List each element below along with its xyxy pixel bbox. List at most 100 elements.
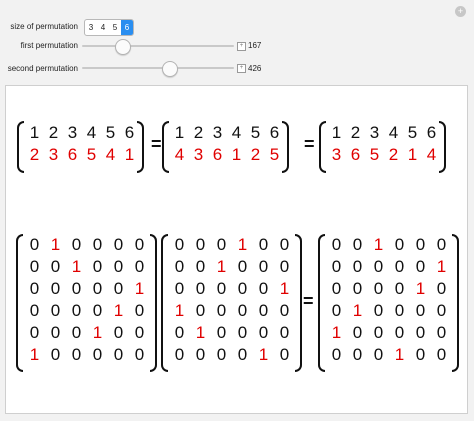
matrix-second-cell: 0 <box>216 235 227 254</box>
matrix-first-left-bracket <box>16 234 23 372</box>
matrix-first-cell: 0 <box>113 323 124 342</box>
matrix-second-cell: 0 <box>258 257 269 276</box>
matrix-product-cell: 0 <box>373 257 384 276</box>
slider-thumb[interactable] <box>162 61 178 77</box>
permutation-product-cell: 4 <box>388 123 399 142</box>
permutation-first-cell: 6 <box>67 145 78 164</box>
permutation-second-cell: 1 <box>231 145 242 164</box>
first-permutation-slider[interactable] <box>82 38 234 55</box>
matrix-first-cell: 0 <box>92 257 103 276</box>
permutation-product-cell: 6 <box>350 145 361 164</box>
matrix-product-cell: 0 <box>394 257 405 276</box>
matrix-first-cell: 0 <box>71 323 82 342</box>
permutation-product-cell: 3 <box>369 123 380 142</box>
matrix-first-cell: 0 <box>71 235 82 254</box>
matrix-second-cell: 0 <box>237 323 248 342</box>
matrix-product-cell: 0 <box>373 323 384 342</box>
permutation-first-cell: 6 <box>124 123 135 142</box>
permutation-second-cell: 3 <box>193 145 204 164</box>
matrix-first-cell: 0 <box>29 323 40 342</box>
matrix-product-cell: 0 <box>331 345 342 364</box>
matrix-product-cell: 1 <box>436 257 447 276</box>
permutation-second-cell: 2 <box>250 145 261 164</box>
matrix-first-cell: 1 <box>71 257 82 276</box>
permutation-product: 123456365214 <box>327 122 441 166</box>
matrix-product: 001000000001000010010000100000000100 <box>326 234 452 366</box>
matrix-product-cell: 0 <box>436 235 447 254</box>
matrix-product-cell: 0 <box>415 301 426 320</box>
matrix-second-cell: 0 <box>216 279 227 298</box>
permutation-first-cell: 1 <box>124 145 135 164</box>
matrix-product-cell: 0 <box>394 301 405 320</box>
permutation-second-cell: 4 <box>174 145 185 164</box>
matrix-product-cell: 0 <box>373 301 384 320</box>
matrix-product-cell: 0 <box>436 345 447 364</box>
matrix-second-cell: 0 <box>195 345 206 364</box>
expand-controls-icon[interactable]: + <box>237 42 246 51</box>
size-option-4[interactable]: 4 <box>97 20 109 35</box>
matrix-product-cell: 0 <box>331 257 342 276</box>
second-permutation-slider[interactable] <box>82 60 234 77</box>
permutation-equals-sign: = <box>304 134 315 154</box>
matrix-second-cell: 0 <box>174 279 185 298</box>
matrix-second-cell: 0 <box>195 279 206 298</box>
permutation-first-cell: 2 <box>29 145 40 164</box>
matrix-product-cell: 0 <box>394 235 405 254</box>
matrix-product-cell: 0 <box>352 257 363 276</box>
matrix-product-cell: 0 <box>373 345 384 364</box>
matrix-second-cell: 0 <box>237 301 248 320</box>
matrix-second-cell: 0 <box>195 301 206 320</box>
slider-track <box>82 67 234 69</box>
permutation-first-cell: 1 <box>29 123 40 142</box>
matrix-second-cell: 0 <box>258 301 269 320</box>
size-option-3[interactable]: 3 <box>85 20 97 35</box>
output-panel: 1 2 3 4 5 6 2 3 6 5 4 1 1 2 3 4 5 6 4 3 6 1 2 5 1 2 3 4 5 6 3 6 5 2 1 4 = = 0 1… <box>5 85 468 414</box>
matrix-second-cell: 0 <box>195 235 206 254</box>
matrix-first-cell: 0 <box>113 279 124 298</box>
expand-controls-icon[interactable]: + <box>237 64 246 73</box>
matrix-product-cell: 1 <box>373 235 384 254</box>
slider-thumb[interactable] <box>115 39 131 55</box>
slider-track <box>82 45 234 47</box>
matrix-second-cell: 0 <box>258 279 269 298</box>
matrix-first-cell: 0 <box>92 301 103 320</box>
matrix-second-right-bracket <box>295 234 302 372</box>
matrix-first-cell: 0 <box>113 345 124 364</box>
matrix-second-cell: 0 <box>216 301 227 320</box>
matrix-first-cell: 0 <box>113 235 124 254</box>
permutation-product-cell: 2 <box>388 145 399 164</box>
permutation-second-cell: 1 <box>174 123 185 142</box>
permutation-product-cell: 5 <box>369 145 380 164</box>
permutation-second-cell: 6 <box>212 145 223 164</box>
matrix-second-cell: 0 <box>237 345 248 364</box>
matrix-second-cell: 0 <box>216 345 227 364</box>
matrix-first-cell: 0 <box>71 301 82 320</box>
permutation-times-sign: = <box>151 134 162 154</box>
matrix-product-cell: 0 <box>352 323 363 342</box>
matrix-second-cell: 1 <box>195 323 206 342</box>
matrix-product-cell: 0 <box>331 301 342 320</box>
permutation-second-cell: 5 <box>269 145 280 164</box>
matrix-first-cell: 0 <box>113 257 124 276</box>
permutation-first-cell: 3 <box>67 123 78 142</box>
matrix-second-cell: 0 <box>195 257 206 276</box>
matrix-first-cell: 0 <box>71 345 82 364</box>
reset-icon[interactable]: + <box>455 6 466 17</box>
permutation-second-cell: 6 <box>269 123 280 142</box>
matrix-product-cell: 0 <box>352 345 363 364</box>
permutation-first-cell: 4 <box>105 145 116 164</box>
matrix-product-cell: 0 <box>373 279 384 298</box>
size-selector[interactable]: 3 4 5 6 <box>84 19 134 36</box>
matrix-product-cell: 0 <box>331 235 342 254</box>
matrix-first-cell: 0 <box>29 235 40 254</box>
permutation-first: 123456236541 <box>25 122 139 166</box>
size-option-6[interactable]: 6 <box>121 20 133 35</box>
size-option-5[interactable]: 5 <box>109 20 121 35</box>
matrix-second-cell: 0 <box>279 345 290 364</box>
matrix-second-cell: 1 <box>174 301 185 320</box>
matrix-product-cell: 0 <box>436 301 447 320</box>
matrix-first-cell: 0 <box>92 235 103 254</box>
matrix-second-cell: 0 <box>174 235 185 254</box>
matrix-first-right-bracket <box>150 234 157 372</box>
matrix-first-cell: 0 <box>29 257 40 276</box>
